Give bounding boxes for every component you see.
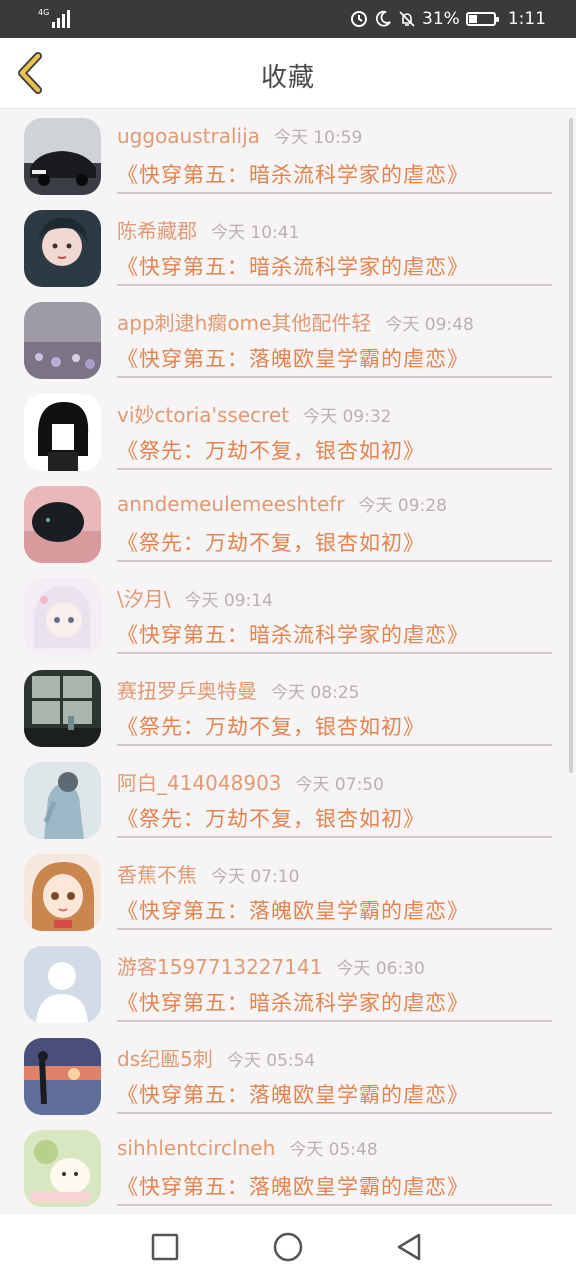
timestamp: 今天 09:48 xyxy=(385,315,474,335)
divider xyxy=(117,744,552,746)
divider xyxy=(117,1204,552,1206)
username: anndemeulemeeshtefr xyxy=(117,492,345,516)
username: \汐月\ xyxy=(117,587,171,611)
username: 香蕉不焦 xyxy=(117,863,197,887)
favorites-list: uggoaustralija 今天 10:59 《快穿第五：暗杀流科学家的虐恋》 … xyxy=(0,109,576,1214)
book-title[interactable]: 《快穿第五：落魄欧皇学霸的虐恋》 xyxy=(117,1171,469,1201)
divider xyxy=(117,376,552,378)
system-nav-bar xyxy=(0,1214,576,1280)
timestamp: 今天 09:14 xyxy=(184,591,273,611)
username: 游客1597713227141 xyxy=(117,955,323,979)
avatar[interactable] xyxy=(24,210,101,287)
username: 赛扭罗乒奥特曼 xyxy=(117,679,257,703)
battery-icon xyxy=(465,12,499,26)
timestamp: 今天 10:59 xyxy=(273,128,363,148)
list-item[interactable]: app刺逮h瘸ome其他配件轻 今天 09:48 《快穿第五：落魄欧皇学霸的虐恋》 xyxy=(0,293,576,385)
timestamp: 今天 09:28 xyxy=(358,496,447,516)
divider xyxy=(117,560,552,562)
timestamp: 今天 10:41 xyxy=(211,223,300,243)
book-title[interactable]: 《快穿第五：暗杀流科学家的虐恋》 xyxy=(117,159,469,189)
divider xyxy=(117,284,552,286)
list-item[interactable]: sihhlentcirclneh 今天 05:48 《快穿第五：落魄欧皇学霸的虐恋… xyxy=(0,1121,576,1213)
list-item[interactable]: anndemeulemeeshtefr 今天 09:28 《祭先：万劫不复，银杏如… xyxy=(0,477,576,569)
timestamp: 今天 09:32 xyxy=(303,407,392,427)
username: 陈希藏郡 xyxy=(117,219,197,243)
avatar[interactable] xyxy=(24,1038,101,1115)
username: ds纪匭5刺 xyxy=(117,1047,213,1071)
avatar[interactable] xyxy=(24,670,101,747)
list-item[interactable]: uggoaustralija 今天 10:59 《快穿第五：暗杀流科学家的虐恋》 xyxy=(0,109,576,201)
divider xyxy=(117,928,552,930)
scrollbar[interactable] xyxy=(569,118,573,773)
avatar[interactable] xyxy=(24,578,101,655)
username: vi妙ctoria'ssecret xyxy=(117,403,290,427)
book-title[interactable]: 《快穿第五：落魄欧皇学霸的虐恋》 xyxy=(117,1079,469,1109)
timestamp: 今天 05:54 xyxy=(226,1051,316,1071)
triangle-back-icon[interactable] xyxy=(393,1231,425,1263)
timestamp: 今天 05:48 xyxy=(289,1140,378,1160)
avatar[interactable] xyxy=(24,946,101,1023)
list-item[interactable]: 阿白_414048903 今天 07:50 《祭先：万劫不复，银杏如初》 xyxy=(0,753,576,845)
book-title[interactable]: 《祭先：万劫不复，银杏如初》 xyxy=(117,803,425,833)
username: 阿白_414048903 xyxy=(117,771,282,795)
clock: 1:11 xyxy=(507,9,546,29)
avatar[interactable] xyxy=(24,854,101,931)
circle-home-icon[interactable] xyxy=(272,1231,304,1263)
data-saver-icon xyxy=(351,11,368,27)
mute-bell-icon xyxy=(399,11,415,27)
book-title[interactable]: 《快穿第五：暗杀流科学家的虐恋》 xyxy=(117,987,469,1017)
list-item[interactable]: 游客1597713227141 今天 06:30 《快穿第五：暗杀流科学家的虐恋》 xyxy=(0,937,576,1029)
avatar[interactable] xyxy=(24,1130,101,1207)
status-bar: 4G 31% 1:11 xyxy=(0,0,576,38)
book-title[interactable]: 《快穿第五：暗杀流科学家的虐恋》 xyxy=(117,619,469,649)
list-item[interactable]: ds纪匭5刺 今天 05:54 《快穿第五：落魄欧皇学霸的虐恋》 xyxy=(0,1029,576,1121)
timestamp: 今天 08:25 xyxy=(271,683,360,703)
timestamp: 今天 07:50 xyxy=(295,775,384,795)
divider xyxy=(117,1020,552,1022)
divider xyxy=(117,192,552,194)
divider xyxy=(117,1112,552,1114)
username: app刺逮h瘸ome其他配件轻 xyxy=(117,311,372,335)
avatar[interactable] xyxy=(24,394,101,471)
moon-icon xyxy=(375,10,391,27)
avatar[interactable] xyxy=(24,302,101,379)
list-item[interactable]: \汐月\ 今天 09:14 《快穿第五：暗杀流科学家的虐恋》 xyxy=(0,569,576,661)
book-title[interactable]: 《快穿第五：暗杀流科学家的虐恋》 xyxy=(117,251,469,281)
list-item[interactable]: 赛扭罗乒奥特曼 今天 08:25 《祭先：万劫不复，银杏如初》 xyxy=(0,661,576,753)
avatar[interactable] xyxy=(24,486,101,563)
divider xyxy=(117,652,552,654)
network-type: 4G xyxy=(38,8,50,17)
list-item[interactable]: 陈希藏郡 今天 10:41 《快穿第五：暗杀流科学家的虐恋》 xyxy=(0,201,576,293)
avatar[interactable] xyxy=(24,118,101,195)
timestamp: 今天 06:30 xyxy=(336,959,425,979)
list-item[interactable]: 香蕉不焦 今天 07:10 《快穿第五：落魄欧皇学霸的虐恋》 xyxy=(0,845,576,937)
username: uggoaustralija xyxy=(117,124,260,148)
timestamp: 今天 07:10 xyxy=(211,867,300,887)
avatar[interactable] xyxy=(24,762,101,839)
divider xyxy=(117,836,552,838)
book-title[interactable]: 《快穿第五：落魄欧皇学霸的虐恋》 xyxy=(117,343,469,373)
list-item[interactable]: vi妙ctoria'ssecret 今天 09:32 《祭先：万劫不复，银杏如初》 xyxy=(0,385,576,477)
book-title[interactable]: 《祭先：万劫不复，银杏如初》 xyxy=(117,435,425,465)
page-title: 收藏 xyxy=(260,63,315,93)
book-title[interactable]: 《祭先：万劫不复，银杏如初》 xyxy=(117,711,425,741)
divider xyxy=(117,468,552,470)
book-title[interactable]: 《快穿第五：落魄欧皇学霸的虐恋》 xyxy=(117,895,469,925)
username: sihhlentcirclneh xyxy=(117,1136,276,1160)
book-title[interactable]: 《祭先：万劫不复，银杏如初》 xyxy=(117,527,425,557)
square-recents-icon[interactable] xyxy=(149,1231,181,1263)
app-header: 收藏 xyxy=(0,38,576,109)
battery-percent: 31% xyxy=(422,9,460,29)
